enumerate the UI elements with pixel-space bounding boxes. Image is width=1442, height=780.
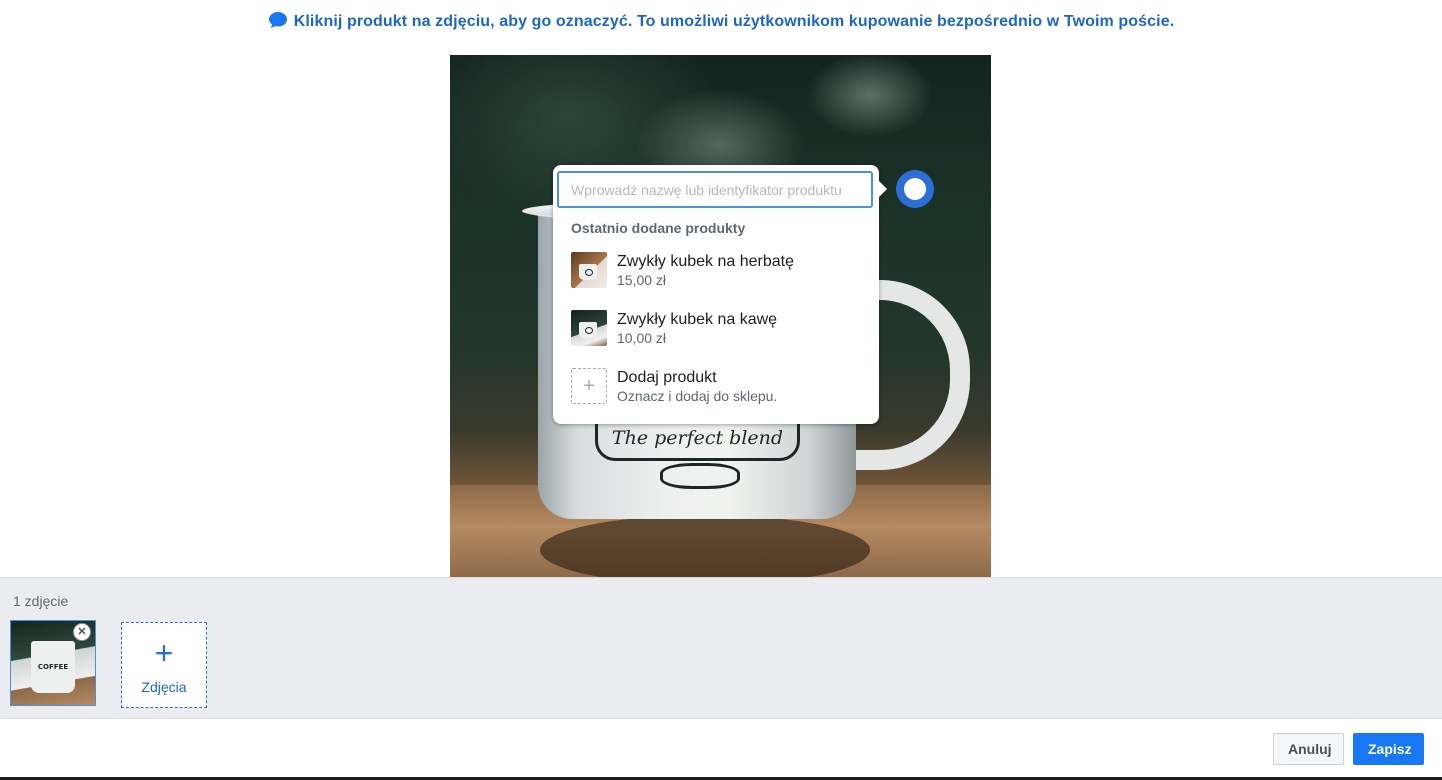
product-price: 15,00 zł — [617, 271, 667, 288]
tagging-hint: Kliknij produkt na zdjęciu, aby go oznac… — [0, 11, 1442, 31]
mug-shadow — [540, 515, 870, 577]
add-product-title: Dodaj produkt — [617, 368, 717, 386]
popover-arrow — [879, 181, 887, 197]
chat-bubble-icon — [268, 12, 287, 28]
product-name: Zwykły kubek na kawę — [617, 310, 778, 328]
add-product-item[interactable]: + Dodaj produkt Oznacz i dodaj do sklepu… — [563, 361, 869, 411]
product-search-input[interactable] — [557, 171, 873, 208]
plus-icon: + — [571, 368, 607, 404]
coffee-mug-thumbnail — [571, 310, 607, 346]
remove-photo-icon[interactable]: ✕ — [73, 623, 91, 641]
tag-marker[interactable] — [896, 170, 934, 208]
product-item-tea[interactable]: Zwykły kubek na herbatę 15,00 zł — [563, 245, 869, 295]
thumbnail-mug: COFFEE — [31, 641, 75, 693]
add-photos-button[interactable]: + Zdjęcia — [121, 622, 207, 708]
cancel-button[interactable]: Anuluj — [1273, 733, 1344, 765]
tag-marker-dot — [904, 178, 926, 200]
product-name: Zwykły kubek na herbatę — [617, 252, 794, 270]
product-price: 10,00 zł — [617, 329, 667, 346]
add-product-subtitle: Oznacz i dodaj do sklepu. — [617, 387, 778, 404]
photo-tray: 1 zdjęcie COFFEE ✕ + Zdjęcia — [0, 577, 1442, 719]
product-item-coffee[interactable]: Zwykły kubek na kawę 10,00 zł — [563, 303, 869, 353]
mug-text: The perfect blend — [611, 427, 784, 449]
dialog-footer: Anuluj Zapisz — [0, 720, 1442, 780]
add-photos-label: Zdjęcia — [141, 679, 187, 695]
save-button[interactable]: Zapisz — [1353, 733, 1424, 765]
recent-products-title: Ostatnio dodane produkty — [571, 220, 746, 236]
tea-mug-thumbnail — [571, 252, 607, 288]
thumbnail-mug-text: COFFEE — [37, 663, 69, 671]
photo-count-label: 1 zdjęcie — [13, 593, 69, 609]
hint-text: Kliknij produkt na zdjęciu, aby go oznac… — [293, 13, 1175, 30]
mug-knot — [660, 463, 740, 489]
plus-icon: + — [154, 635, 174, 671]
product-tag-popover: Ostatnio dodane produkty Zwykły kubek na… — [553, 165, 879, 424]
